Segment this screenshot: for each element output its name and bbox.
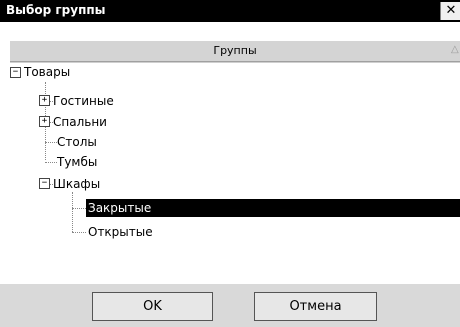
tree-connector xyxy=(72,232,86,233)
group-tree: − Товары + Гостиные + Спальни Столы Тумб… xyxy=(10,62,460,285)
tree-item-gostinye[interactable]: Гостиные xyxy=(53,92,114,110)
header-spacer xyxy=(10,22,460,41)
expand-icon[interactable]: + xyxy=(39,95,50,106)
cancel-button[interactable]: Отмена xyxy=(254,292,377,321)
collapse-icon[interactable]: − xyxy=(10,67,21,78)
tree-column-header[interactable]: Группы △ xyxy=(10,41,460,62)
tree-item-zakrytye[interactable]: Закрытые xyxy=(86,199,460,217)
tree-item-otkrytye[interactable]: Открытые xyxy=(88,223,153,241)
window-title: Выбор группы xyxy=(6,3,106,17)
tree-connector xyxy=(72,192,73,232)
sort-arrow-icon: △ xyxy=(451,44,459,55)
dialog-footer: OK Отмена xyxy=(0,284,460,327)
tree-item-shkafy[interactable]: Шкафы xyxy=(53,175,100,193)
tree-connector xyxy=(45,162,57,163)
tree-item-stoly[interactable]: Столы xyxy=(57,133,97,151)
ok-button[interactable]: OK xyxy=(92,292,213,321)
tree-item-tumby[interactable]: Тумбы xyxy=(57,153,97,171)
tree-connector xyxy=(45,142,57,143)
close-button[interactable]: ✕ xyxy=(440,2,460,20)
collapse-icon[interactable]: − xyxy=(39,178,50,189)
title-bar: Выбор группы ✕ xyxy=(0,0,460,22)
tree-item-tovary[interactable]: Товары xyxy=(24,63,70,81)
expand-icon[interactable]: + xyxy=(39,116,50,127)
tree-item-spalni[interactable]: Спальни xyxy=(53,113,107,131)
column-header-label: Группы xyxy=(213,44,257,57)
tree-connector xyxy=(72,208,86,209)
